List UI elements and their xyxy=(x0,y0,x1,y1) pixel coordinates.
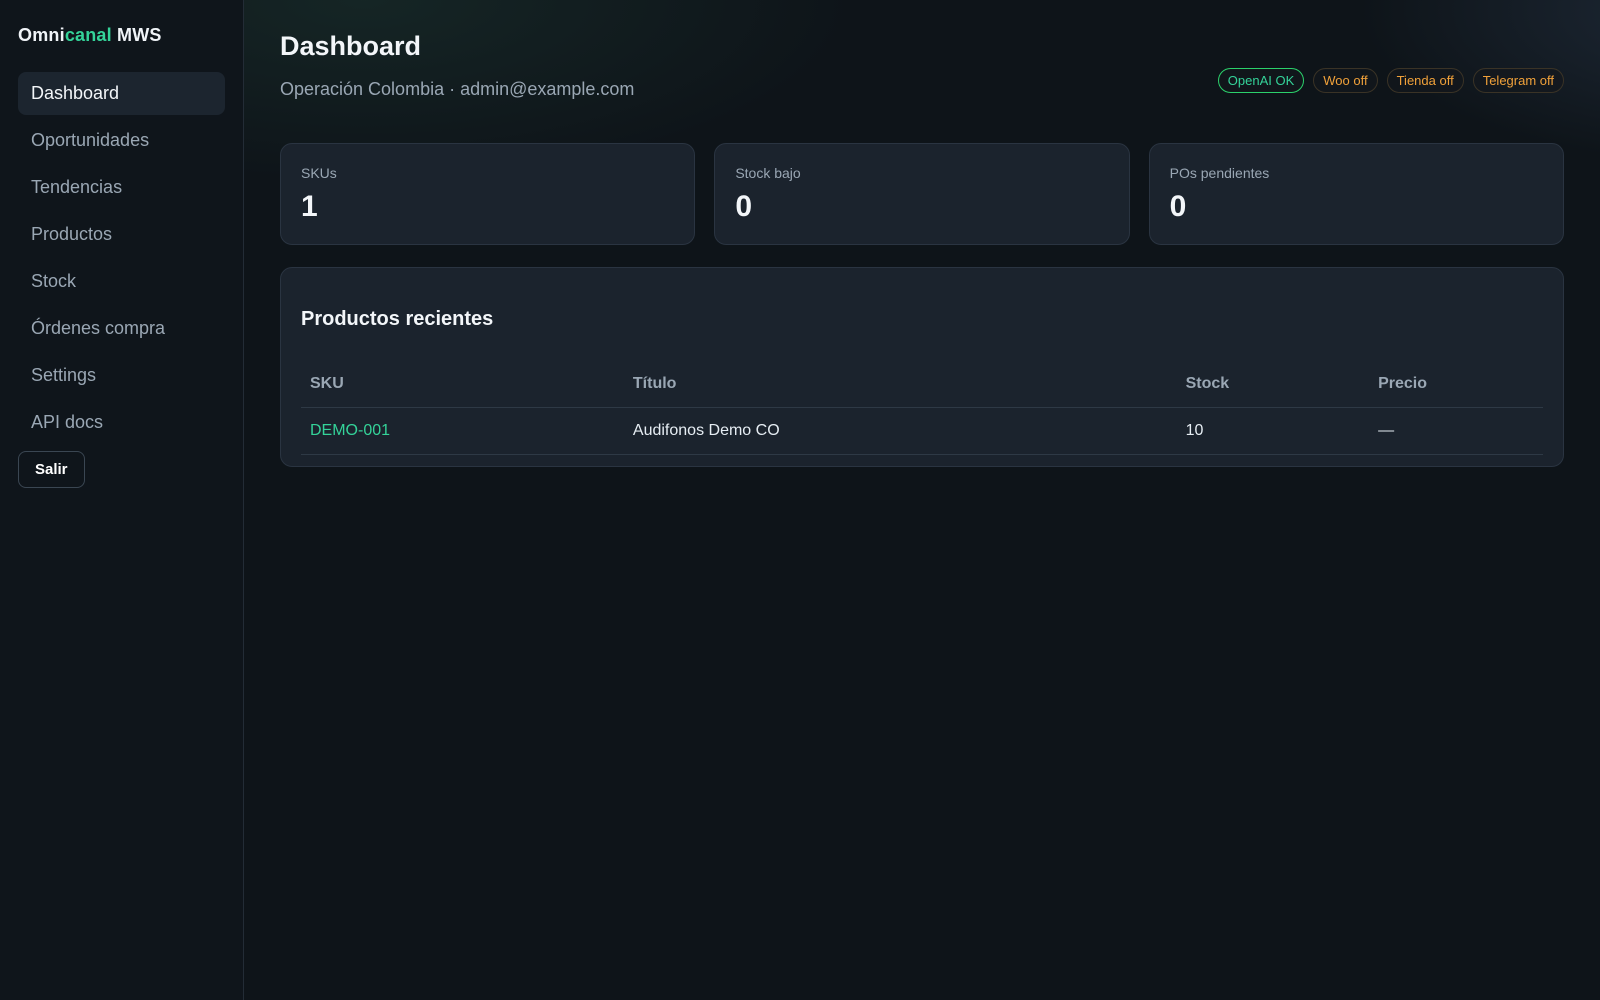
recent-products-panel: Productos recientes SKU Título Stock Pre… xyxy=(280,267,1564,467)
column-header-precio: Precio xyxy=(1369,361,1543,408)
sidebar-item-settings[interactable]: Settings xyxy=(18,354,225,397)
status-badge-tienda: Tienda off xyxy=(1386,68,1464,93)
panel-title: Productos recientes xyxy=(301,308,494,330)
sidebar-item-oportunidades[interactable]: Oportunidades xyxy=(18,119,225,162)
status-badge-telegram: Telegram off xyxy=(1472,68,1564,93)
cell-title: Audifonos Demo CO xyxy=(623,407,1177,455)
brand-part-mws: MWS xyxy=(111,25,162,45)
column-header-sku: SKU xyxy=(301,361,624,408)
main-content: Dashboard Operación Colombia · admin@exa… xyxy=(244,0,1600,1000)
table-header: SKU Título Stock Precio xyxy=(301,361,1543,408)
cell-stock: 10 xyxy=(1176,407,1370,455)
sidebar-item-stock[interactable]: Stock xyxy=(18,260,225,303)
sidebar-item-dashboard[interactable]: Dashboard xyxy=(18,72,225,115)
app-root: Omnicanal MWS Dashboard Oportunidades Te… xyxy=(0,0,1600,1000)
recent-products-table: SKU Título Stock Precio DEMO-001 Audifon… xyxy=(301,361,1543,455)
stat-card-pos-pendientes: POs pendientes 0 xyxy=(1148,143,1564,245)
stat-label: Stock bajo xyxy=(735,165,801,181)
status-badge-openai: OpenAI OK xyxy=(1217,68,1305,93)
sidebar-item-api-docs[interactable]: API docs xyxy=(18,401,225,444)
cell-price: — xyxy=(1369,407,1543,455)
sidebar-item-productos[interactable]: Productos xyxy=(18,213,225,256)
sidebar: Omnicanal MWS Dashboard Oportunidades Te… xyxy=(0,0,244,1000)
table-row: DEMO-001 Audifonos Demo CO 10 — xyxy=(301,407,1543,455)
column-header-titulo: Título xyxy=(623,361,1177,408)
sidebar-item-ordenes-compra[interactable]: Órdenes compra xyxy=(18,307,225,350)
stat-card-stock-bajo: Stock bajo 0 xyxy=(714,143,1130,245)
stat-card-skus: SKUs 1 xyxy=(280,143,696,245)
table-body: DEMO-001 Audifonos Demo CO 10 — xyxy=(301,407,1543,455)
stat-value: 0 xyxy=(735,190,753,223)
table-header-row: SKU Título Stock Precio xyxy=(301,361,1543,408)
sidebar-nav: Dashboard Oportunidades Tendencias Produ… xyxy=(18,72,225,444)
status-badges: OpenAI OK Woo off Tienda off Telegram of… xyxy=(1217,68,1564,93)
logout-button[interactable]: Salir xyxy=(18,451,85,488)
stat-label: SKUs xyxy=(301,165,337,181)
stat-label: POs pendientes xyxy=(1169,165,1270,181)
page-header: Dashboard Operación Colombia · admin@exa… xyxy=(280,30,1564,143)
brand-part-canal: canal xyxy=(64,25,112,45)
stat-value: 0 xyxy=(1169,190,1187,223)
status-badge-woo: Woo off xyxy=(1313,68,1378,93)
stats-row: SKUs 1 Stock bajo 0 POs pendientes 0 xyxy=(280,143,1564,245)
stat-value: 1 xyxy=(301,190,318,223)
column-header-stock: Stock xyxy=(1176,361,1370,408)
cell-sku-link[interactable]: DEMO-001 xyxy=(301,407,624,455)
brand-part-omni: Omni xyxy=(18,25,65,45)
sidebar-item-tendencias[interactable]: Tendencias xyxy=(18,166,225,209)
brand-logo[interactable]: Omnicanal MWS xyxy=(18,24,225,46)
page-title: Dashboard xyxy=(280,31,422,61)
